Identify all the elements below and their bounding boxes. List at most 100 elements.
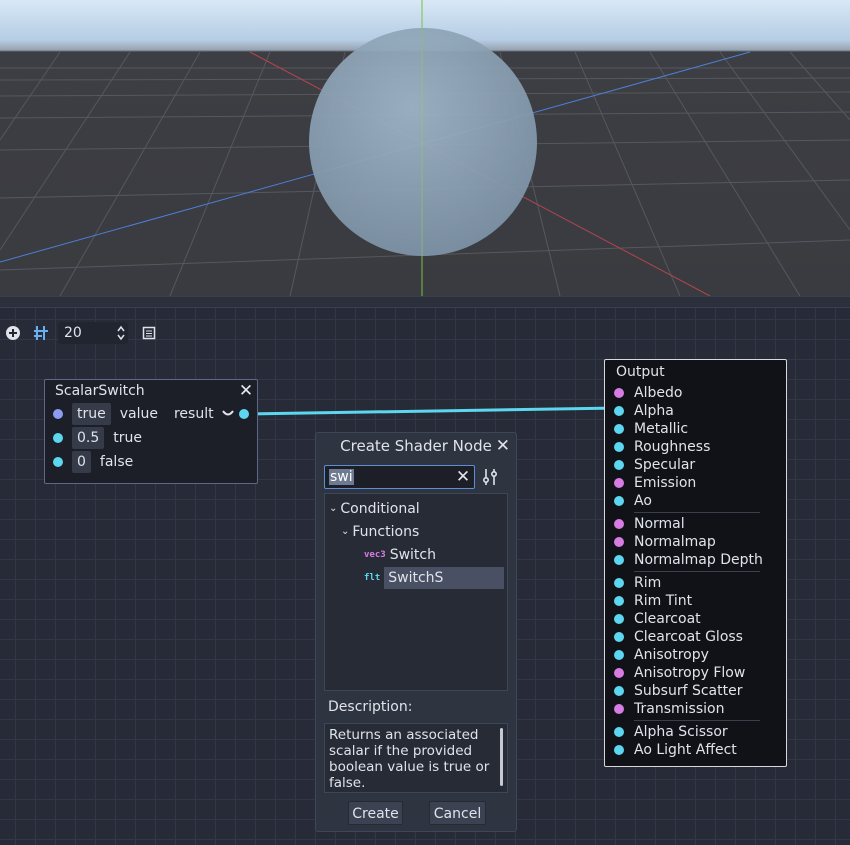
dialog-title: Create Shader Node [340, 437, 492, 455]
search-row: swi ✕ [324, 465, 508, 489]
node-title-bar[interactable]: ScalarSwitch ✕ [45, 380, 257, 402]
port-label: Anisotropy [634, 647, 709, 663]
port-label: Transmission [634, 701, 725, 717]
output-port-row: Specular [605, 456, 786, 474]
tree-item-switch[interactable]: vec3 Switch [364, 544, 504, 566]
input-port[interactable] [614, 406, 624, 416]
scrollbar[interactable] [500, 728, 503, 786]
cancel-button[interactable]: Cancel [429, 801, 486, 825]
tree-category-functions[interactable]: ⌄ Functions [341, 521, 419, 543]
input-port[interactable] [614, 496, 624, 506]
input-port[interactable] [614, 704, 624, 714]
3d-viewport[interactable] [0, 0, 850, 296]
description-label: Description: [328, 699, 413, 715]
true-input[interactable]: 0.5 [72, 427, 105, 449]
preview-toggle-icon[interactable] [221, 406, 234, 422]
false-input[interactable]: 0 [72, 451, 91, 473]
dialog-title-bar[interactable]: Create Shader Node ✕ [316, 433, 516, 459]
output-port-row: Ao [605, 492, 786, 510]
description-body: Returns an associated scalar if the prov… [329, 727, 490, 791]
chevron-down-icon[interactable]: ⌄ [341, 521, 349, 543]
output-port-label: result [173, 406, 214, 422]
output-port-row: Normalmap [605, 533, 786, 551]
output-port-row: Subsurf Scatter [605, 682, 786, 700]
port-row-value: true value result [45, 402, 257, 426]
output-port-row: Anisotropy Flow [605, 664, 786, 682]
clear-icon[interactable]: ✕ [452, 467, 474, 487]
input-port[interactable] [614, 424, 624, 434]
input-port[interactable] [614, 478, 624, 488]
snap-distance-spinbox[interactable]: 20 [58, 322, 128, 344]
document-icon[interactable] [140, 324, 158, 342]
port-label: Clearcoat Gloss [634, 629, 743, 645]
updown-icon[interactable] [114, 325, 128, 341]
output-port-row: Metallic [605, 420, 786, 438]
node-tree[interactable]: ⌄ Conditional ⌄ Functions vec3 Switch fl… [324, 493, 508, 691]
output-port-row: Clearcoat [605, 610, 786, 628]
output-port-result[interactable] [239, 409, 249, 419]
node-title-bar[interactable]: Output [605, 360, 786, 384]
port-label: Roughness [634, 439, 711, 455]
output-port-row: Ao Light Affect [605, 741, 786, 759]
scalar-switch-node[interactable]: ScalarSwitch ✕ true value result 0.5 tru… [44, 379, 258, 484]
input-port[interactable] [614, 614, 624, 624]
port-label: Rim [634, 575, 662, 591]
input-port[interactable] [614, 650, 624, 660]
port-label: Normalmap Depth [634, 552, 763, 568]
tree-item-label: SwitchS [384, 567, 504, 589]
input-port[interactable] [614, 668, 624, 678]
port-label: Rim Tint [634, 593, 693, 609]
value-input[interactable]: true [72, 403, 111, 425]
create-shader-node-dialog: Create Shader Node ✕ swi ✕ ⌄ Conditional… [315, 432, 517, 832]
output-port-row: Normalmap Depth [605, 551, 786, 569]
input-port[interactable] [614, 727, 624, 737]
output-port-row: Anisotropy [605, 646, 786, 664]
port-label: Alpha Scissor [634, 724, 728, 740]
output-port-row: Roughness [605, 438, 786, 456]
input-port[interactable] [614, 745, 624, 755]
port-label: Alpha [634, 403, 674, 419]
input-port[interactable] [614, 442, 624, 452]
tools-icon[interactable] [475, 465, 505, 489]
search-text: swi [329, 469, 354, 485]
panel-splitter[interactable] [0, 296, 850, 308]
output-port-row: Alpha Scissor [605, 723, 786, 741]
input-port-false[interactable] [53, 457, 63, 467]
create-button[interactable]: Create [348, 801, 403, 825]
input-port[interactable] [614, 686, 624, 696]
port-label: Subsurf Scatter [634, 683, 743, 699]
port-label: true [113, 430, 142, 446]
output-port-row: Alpha [605, 402, 786, 420]
port-separator [634, 512, 760, 513]
input-port[interactable] [614, 555, 624, 565]
port-label: Albedo [634, 385, 683, 401]
output-node[interactable]: Output Albedo Alpha Metallic Roughness Specu… [604, 359, 787, 767]
viewport-scene [0, 0, 850, 296]
close-icon[interactable]: ✕ [235, 381, 257, 401]
input-port-true[interactable] [53, 433, 63, 443]
chevron-down-icon[interactable]: ⌄ [329, 498, 337, 520]
input-port[interactable] [614, 519, 624, 529]
vec3-type-icon: vec3 [364, 550, 386, 560]
port-label: Anisotropy Flow [634, 665, 746, 681]
input-port[interactable] [614, 388, 624, 398]
input-port[interactable] [614, 596, 624, 606]
output-port-row: Rim [605, 574, 786, 592]
input-port[interactable] [614, 632, 624, 642]
plus-circle-icon[interactable] [4, 324, 22, 342]
search-input[interactable]: swi ✕ [324, 465, 475, 489]
input-port[interactable] [614, 537, 624, 547]
grid-snap-icon[interactable] [32, 324, 50, 342]
input-port[interactable] [614, 578, 624, 588]
port-label: false [99, 454, 134, 470]
tree-item-switchs[interactable]: flt SwitchS [364, 567, 504, 589]
port-label: Normalmap [634, 534, 716, 550]
input-port-value[interactable] [53, 409, 63, 419]
tree-item-label: Functions [352, 524, 420, 540]
port-label: Specular [634, 457, 696, 473]
output-port-row: Albedo [605, 384, 786, 402]
output-port-row: Rim Tint [605, 592, 786, 610]
close-icon[interactable]: ✕ [496, 436, 510, 456]
input-port[interactable] [614, 460, 624, 470]
tree-category-conditional[interactable]: ⌄ Conditional [329, 498, 420, 520]
